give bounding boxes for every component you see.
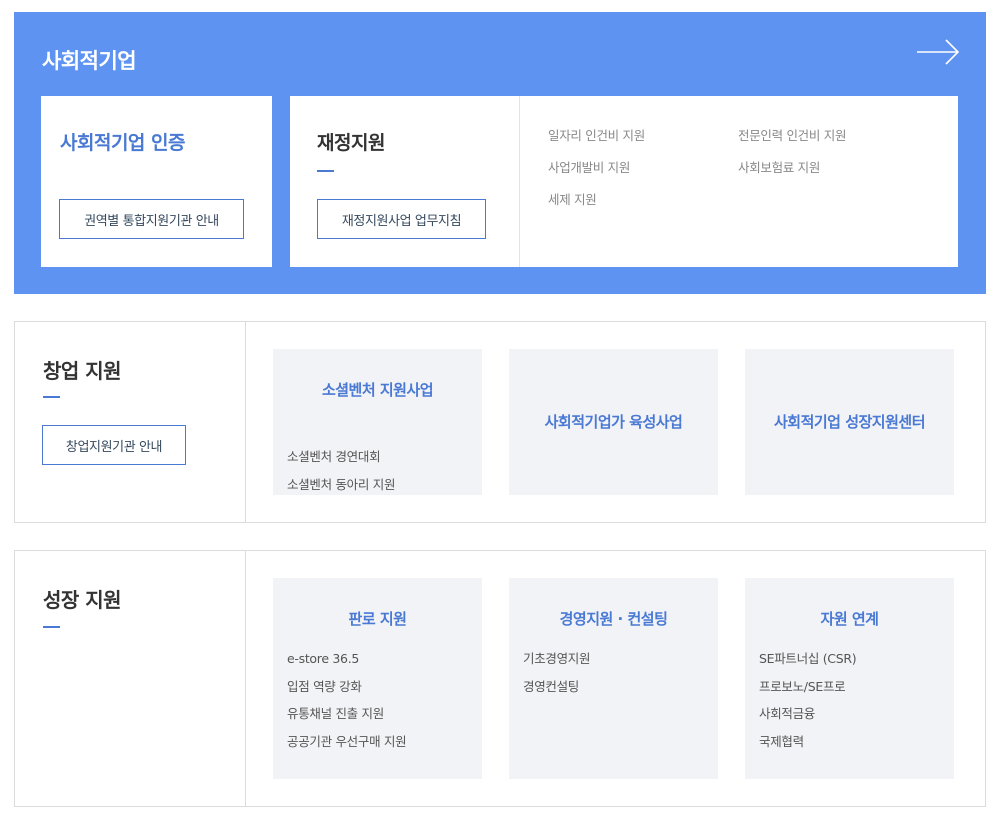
certification-title[interactable]: 사회적기업 인증 bbox=[60, 128, 185, 155]
box-title: 사회적기업가 육성사업 bbox=[544, 413, 683, 431]
title-underline bbox=[43, 396, 60, 398]
list-item[interactable]: 경영컨설팅 bbox=[523, 673, 590, 701]
box-title: 자원 연계 bbox=[820, 610, 879, 628]
section-title: 사회적기업 bbox=[42, 49, 137, 73]
startup-support-section: 창업 지원 창업지원기관 안내 소셜벤처 지원사업 소셜벤처 경연대회 소셜벤처… bbox=[14, 321, 986, 523]
regional-support-agency-button[interactable]: 권역별 통합지원기관 안내 bbox=[59, 199, 244, 239]
list-item[interactable]: 프로보노/SE프로 bbox=[759, 673, 856, 701]
resource-linkage-box[interactable]: 자원 연계 SE파트너십 (CSR) 프로보노/SE프로 사회적금융 국제협력 bbox=[745, 578, 954, 779]
title-underline bbox=[317, 170, 334, 172]
finance-guideline-button[interactable]: 재정지원사업 업무지침 bbox=[317, 199, 486, 239]
finance-links: 일자리 인건비 지원 전문인력 인건비 지원 사업개발비 지원 사회보험료 지원… bbox=[548, 126, 948, 210]
divider bbox=[245, 322, 246, 522]
list-item[interactable]: SE파트너십 (CSR) bbox=[759, 645, 857, 673]
list-item[interactable]: 기초경영지원 bbox=[523, 645, 591, 673]
finance-link[interactable]: 사업개발비 지원 bbox=[548, 158, 738, 178]
box-list: e-store 36.5 입점 역량 강화 유통채널 진출 지원 공공기관 우선… bbox=[287, 645, 407, 756]
finance-support-card: 재정지원 재정지원사업 업무지침 일자리 인건비 지원 전문인력 인건비 지원 … bbox=[290, 96, 958, 267]
title-underline bbox=[43, 626, 60, 628]
startup-agency-button[interactable]: 창업지원기관 안내 bbox=[42, 425, 186, 465]
section-title: 성장 지원 bbox=[43, 588, 122, 612]
finance-link[interactable]: 전문인력 인건비 지원 bbox=[738, 126, 928, 146]
box-list: SE파트너십 (CSR) 프로보노/SE프로 사회적금융 국제협력 bbox=[759, 645, 857, 756]
finance-support-title: 재정지원 bbox=[317, 132, 385, 154]
growth-support-section: 성장 지원 판로 지원 e-store 36.5 입점 역량 강화 유통채널 진… bbox=[14, 550, 986, 807]
arrow-right-icon[interactable] bbox=[916, 38, 960, 66]
box-list: 기초경영지원 경영컨설팅 bbox=[523, 645, 591, 701]
box-title: 경영지원 · 컨설팅 bbox=[559, 610, 668, 628]
list-item[interactable]: 소셜벤처 경연대회 bbox=[287, 443, 395, 471]
growth-center-box[interactable]: 사회적기업 성장지원센터 bbox=[745, 349, 954, 495]
box-title: 사회적기업 성장지원센터 bbox=[773, 413, 926, 431]
box-title: 소셜벤처 지원사업 bbox=[321, 381, 434, 399]
divider bbox=[245, 551, 246, 806]
list-item[interactable]: 유통채널 진출 지원 bbox=[287, 700, 406, 728]
management-consulting-box[interactable]: 경영지원 · 컨설팅 기초경영지원 경영컨설팅 bbox=[509, 578, 718, 779]
entrepreneur-training-box[interactable]: 사회적기업가 육성사업 bbox=[509, 349, 718, 495]
box-list: 소셜벤처 경연대회 소셜벤처 동아리 지원 bbox=[287, 443, 395, 498]
sales-channel-box[interactable]: 판로 지원 e-store 36.5 입점 역량 강화 유통채널 진출 지원 공… bbox=[273, 578, 482, 779]
section-title: 창업 지원 bbox=[43, 359, 122, 383]
list-item[interactable]: 국제협력 bbox=[759, 728, 856, 756]
divider bbox=[519, 96, 520, 267]
certification-card: 사회적기업 인증 권역별 통합지원기관 안내 bbox=[41, 96, 272, 267]
finance-link[interactable]: 일자리 인건비 지원 bbox=[548, 126, 738, 146]
list-item[interactable]: 공공기관 우선구매 지원 bbox=[287, 728, 407, 756]
social-venture-box[interactable]: 소셜벤처 지원사업 소셜벤처 경연대회 소셜벤처 동아리 지원 bbox=[273, 349, 482, 495]
list-item[interactable]: 소셜벤처 동아리 지원 bbox=[287, 471, 395, 499]
list-item[interactable]: 입점 역량 강화 bbox=[287, 673, 406, 701]
finance-link[interactable]: 세제 지원 bbox=[548, 190, 738, 210]
social-enterprise-section: 사회적기업 사회적기업 인증 권역별 통합지원기관 안내 재정지원 재정지원사업… bbox=[14, 12, 986, 294]
list-item[interactable]: 사회적금융 bbox=[759, 700, 856, 728]
box-title: 판로 지원 bbox=[348, 610, 407, 628]
finance-link[interactable]: 사회보험료 지원 bbox=[738, 158, 928, 178]
list-item[interactable]: e-store 36.5 bbox=[287, 645, 406, 673]
